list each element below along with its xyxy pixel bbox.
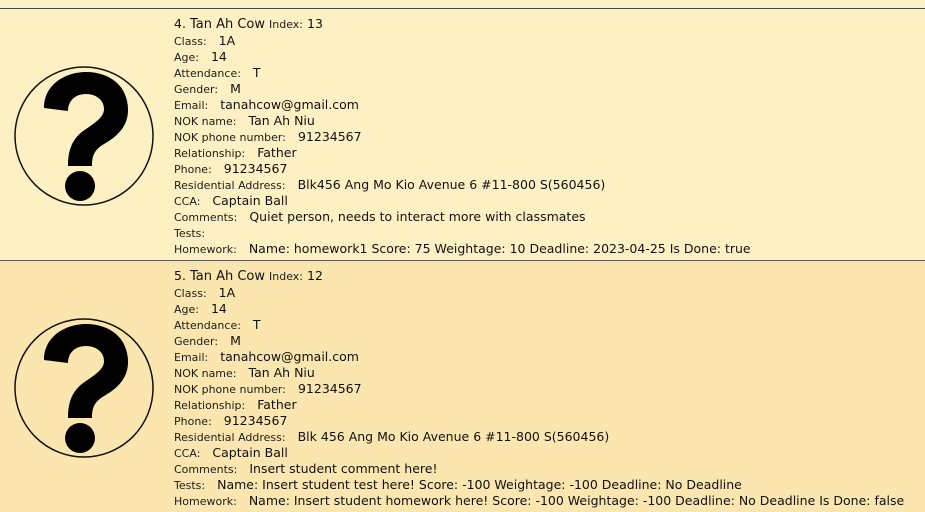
relationship-value: Father xyxy=(257,397,297,412)
comments-value: Insert student comment here! xyxy=(249,461,438,476)
cca-label: CCA: xyxy=(174,195,201,208)
email-value: tanahcow@gmail.com xyxy=(220,349,359,364)
cca-value: Captain Ball xyxy=(212,445,288,460)
address-value: Blk 456 Ang Mo Kio Avenue 6 #11-800 S(56… xyxy=(297,429,610,444)
student-card[interactable]: 4. Tan Ah Cow Index: 13 Class: 1A Age: 14 Att… xyxy=(0,9,925,261)
relationship-label: Relationship: xyxy=(174,399,246,412)
nok-phone-value: 91234567 xyxy=(297,129,362,144)
email-label: Email: xyxy=(174,99,209,112)
index-label: Index: xyxy=(269,270,303,283)
student-number: 5. xyxy=(174,268,186,283)
nok-phone-label: NOK phone number: xyxy=(174,383,286,396)
class-value: 1A xyxy=(218,33,236,48)
address-value: Blk456 Ang Mo Kio Avenue 6 #11-800 S(560… xyxy=(297,177,606,192)
phone-label: Phone: xyxy=(174,415,212,428)
index-value: 12 xyxy=(307,268,323,283)
homework-value: Name: Insert student homework here! Scor… xyxy=(248,493,905,508)
student-name: Tan Ah Cow xyxy=(189,17,265,32)
relationship-label: Relationship: xyxy=(174,147,246,160)
tests-label: Tests: xyxy=(174,479,206,492)
student-list[interactable]: 4. Tan Ah Cow Index: 13 Class: 1A Age: 14 Att… xyxy=(0,0,925,512)
address-label: Residential Address: xyxy=(174,431,286,444)
class-label: Class: xyxy=(174,287,207,300)
nok-phone-value: 91234567 xyxy=(297,381,362,396)
homework-label: Homework: xyxy=(174,495,237,508)
comments-value: Quiet person, needs to interact more wit… xyxy=(249,209,586,224)
email-value: tanahcow@gmail.com xyxy=(220,97,359,112)
student-details: 5. Tan Ah Cow Index: 12 Class: 1A Age: 14 Att… xyxy=(174,266,919,508)
nok-phone-label: NOK phone number: xyxy=(174,131,286,144)
attendance-label: Attendance: xyxy=(174,319,241,332)
class-label: Class: xyxy=(174,35,207,48)
homework-label: Homework: xyxy=(174,243,237,256)
student-card[interactable]: 5. Tan Ah Cow Index: 12 Class: 1A Age: 14 Att… xyxy=(0,261,925,512)
gender-label: Gender: xyxy=(174,83,219,96)
age-value: 14 xyxy=(210,301,227,316)
comments-label: Comments: xyxy=(174,463,238,476)
attendance-value: T xyxy=(252,317,261,332)
previous-card-edge xyxy=(0,0,925,9)
student-name: Tan Ah Cow xyxy=(189,269,265,284)
tests-label: Tests: xyxy=(174,227,206,240)
avatar-placeholder-icon xyxy=(14,66,154,206)
student-number: 4. xyxy=(174,16,186,31)
class-value: 1A xyxy=(218,285,236,300)
email-label: Email: xyxy=(174,351,209,364)
avatar-placeholder-icon xyxy=(14,318,154,458)
phone-value: 91234567 xyxy=(223,413,288,428)
cca-value: Captain Ball xyxy=(212,193,288,208)
nok-name-label: NOK name: xyxy=(174,115,237,128)
phone-label: Phone: xyxy=(174,163,212,176)
relationship-value: Father xyxy=(257,145,297,160)
age-label: Age: xyxy=(174,303,199,316)
comments-label: Comments: xyxy=(174,211,238,224)
cca-label: CCA: xyxy=(174,447,201,460)
tests-value: Name: Insert student test here! Score: -… xyxy=(217,477,742,492)
address-label: Residential Address: xyxy=(174,179,286,192)
index-value: 13 xyxy=(307,16,323,31)
phone-value: 91234567 xyxy=(223,161,288,176)
age-label: Age: xyxy=(174,51,199,64)
index-label: Index: xyxy=(269,18,303,31)
student-details: 4. Tan Ah Cow Index: 13 Class: 1A Age: 14 Att… xyxy=(174,14,919,256)
nok-name-value: Tan Ah Niu xyxy=(248,365,315,380)
age-value: 14 xyxy=(210,49,227,64)
gender-value: M xyxy=(230,81,241,96)
attendance-label: Attendance: xyxy=(174,67,241,80)
homework-value: Name: homework1 Score: 75 Weightage: 10 … xyxy=(248,241,751,256)
nok-name-value: Tan Ah Niu xyxy=(248,113,315,128)
attendance-value: T xyxy=(252,65,261,80)
gender-label: Gender: xyxy=(174,335,219,348)
gender-value: M xyxy=(230,333,241,348)
nok-name-label: NOK name: xyxy=(174,367,237,380)
